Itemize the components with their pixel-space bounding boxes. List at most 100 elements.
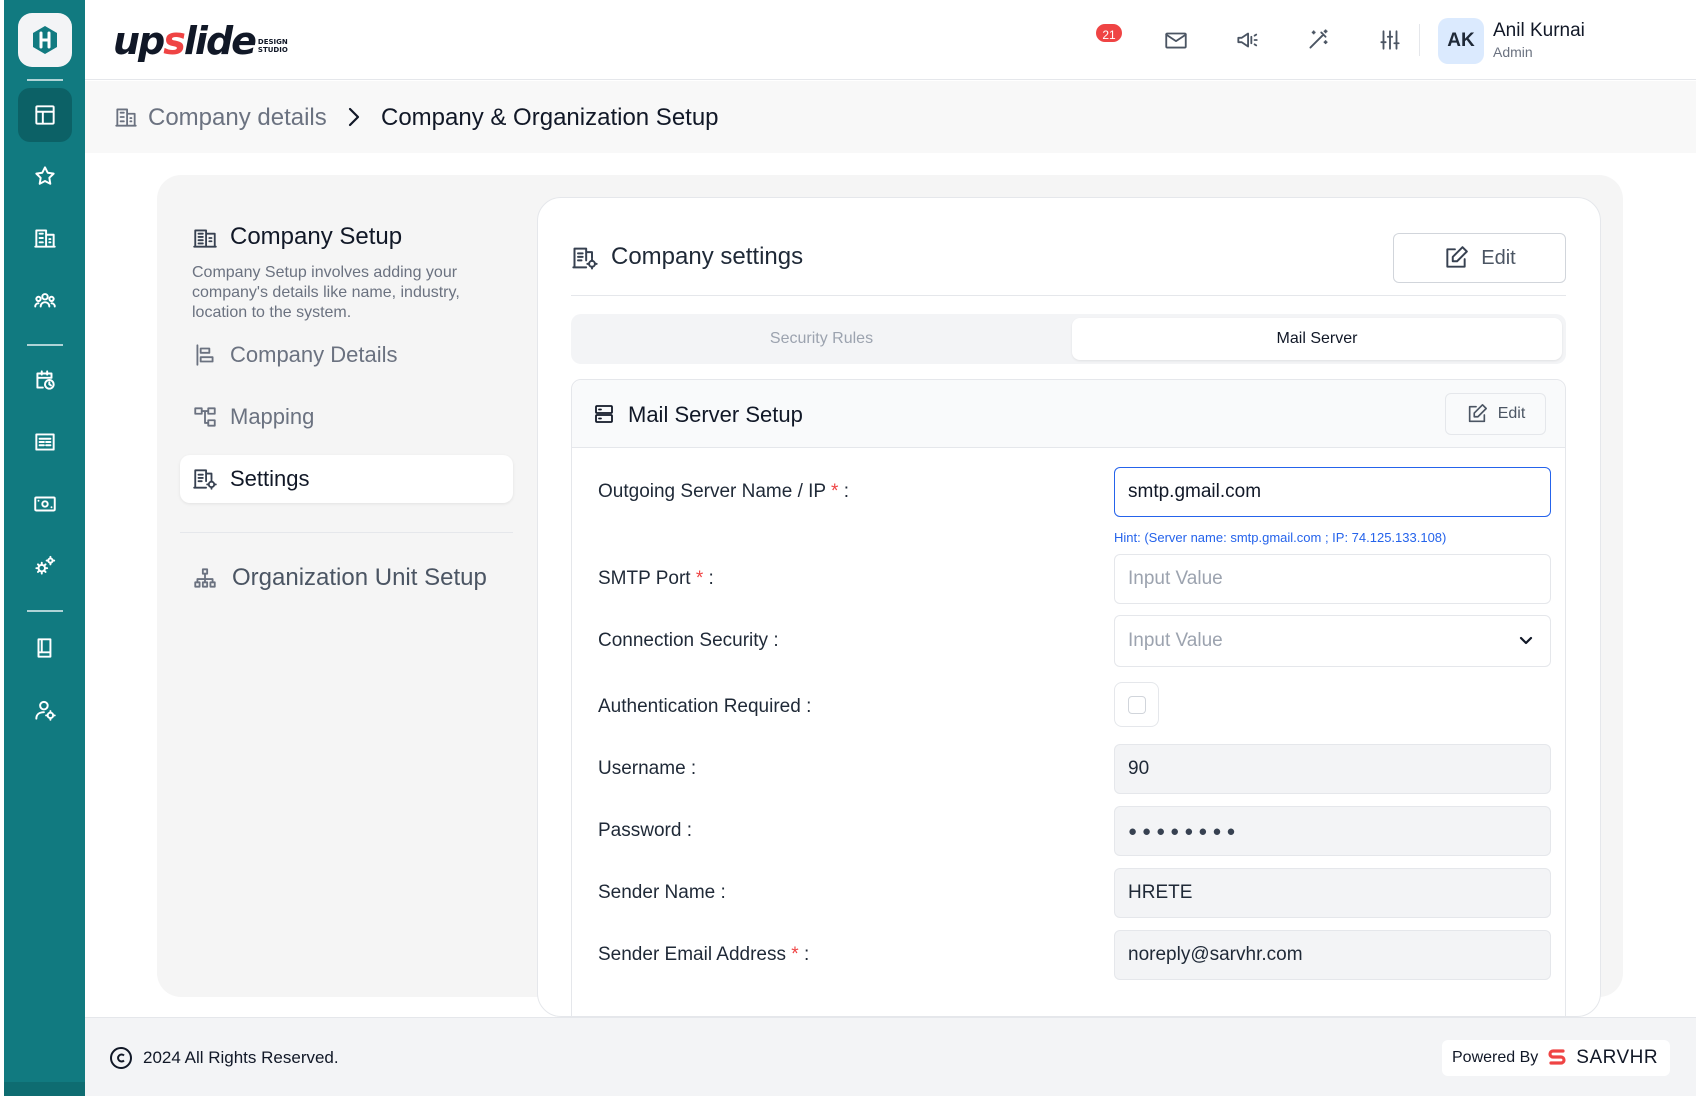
magic-button[interactable] bbox=[1300, 22, 1336, 58]
auth-required-checkbox[interactable] bbox=[1128, 696, 1146, 714]
panel-header: Mail Server Setup Edit bbox=[572, 380, 1565, 448]
section-description: Company Setup involves adding your compa… bbox=[192, 264, 460, 321]
building-icon bbox=[34, 229, 56, 248]
edit-mail-server-button[interactable]: Edit bbox=[1445, 393, 1546, 435]
select-value: Input Value bbox=[1128, 630, 1223, 651]
brand-subtitle: DESIGN STUDIO bbox=[257, 38, 288, 54]
server-input[interactable]: smtp.gmail.com bbox=[1114, 467, 1551, 517]
rail-divider bbox=[27, 610, 63, 612]
building-settings-icon bbox=[192, 466, 218, 492]
powered-by-badge[interactable]: Powered By SARVHR bbox=[1442, 1040, 1670, 1076]
sender-name-input[interactable]: HRETE bbox=[1114, 868, 1551, 918]
sender-email-input[interactable]: noreply@sarvhr.com bbox=[1114, 930, 1551, 980]
rail-divider bbox=[27, 79, 63, 81]
vendor-name: SARVHR bbox=[1576, 1047, 1659, 1068]
field-label-security: Connection Security : bbox=[598, 630, 779, 651]
tab-security-rules[interactable]: Security Rules bbox=[575, 318, 1068, 360]
rail-handbook[interactable] bbox=[18, 621, 72, 675]
star-icon bbox=[35, 166, 55, 185]
notification-count-badge: 21 bbox=[1094, 22, 1124, 44]
nav-mapping[interactable]: Mapping bbox=[180, 393, 513, 441]
rail-people[interactable] bbox=[18, 273, 72, 327]
field-label-username: Username : bbox=[598, 758, 697, 779]
hierarchy-icon bbox=[192, 404, 218, 430]
rail-divider bbox=[27, 344, 63, 346]
building-icon bbox=[113, 104, 139, 130]
nav-label: Settings bbox=[230, 466, 310, 491]
layout-icon bbox=[35, 105, 55, 125]
brand-logo[interactable]: upslide DESIGN STUDIO bbox=[113, 16, 292, 62]
rail-reports[interactable] bbox=[18, 415, 72, 469]
copyright-icon bbox=[109, 1046, 133, 1070]
username-input[interactable]: 90 bbox=[1114, 744, 1551, 794]
smtp-port-input[interactable]: Input Value bbox=[1114, 554, 1551, 604]
app-logo-icon bbox=[33, 26, 57, 54]
edit-settings-button[interactable]: Edit bbox=[1393, 233, 1566, 283]
server-hint: Hint: (Server name: smtp.gmail.com ; IP:… bbox=[1114, 530, 1447, 545]
nav-divider bbox=[180, 532, 513, 533]
auth-checkbox-wrapper bbox=[1114, 682, 1159, 727]
building-settings-icon bbox=[571, 244, 599, 272]
field-label-sender-name: Sender Name : bbox=[598, 882, 726, 903]
card-title: Company settings bbox=[611, 243, 804, 270]
field-label-server: Outgoing Server Name / IP * : bbox=[598, 481, 850, 502]
brand-wordmark: upslide bbox=[113, 19, 257, 63]
copyright-text: 2024 All Rights Reserved. bbox=[143, 1048, 339, 1067]
field-label-port: SMTP Port * : bbox=[598, 568, 714, 589]
required-marker: * bbox=[791, 944, 799, 965]
calendar-clock-icon bbox=[36, 370, 55, 390]
app-logo[interactable] bbox=[18, 13, 72, 67]
field-label-sender-email: Sender Email Address * : bbox=[598, 944, 810, 965]
nav-label: Organization Unit Setup bbox=[232, 564, 487, 591]
chevron-right-icon bbox=[342, 104, 366, 130]
chevron-down-icon bbox=[1516, 630, 1536, 650]
align-left-icon bbox=[192, 342, 218, 368]
rail-payroll[interactable] bbox=[18, 477, 72, 531]
building-list-icon bbox=[192, 225, 218, 251]
page-footer: 2024 All Rights Reserved. Powered By SAR… bbox=[85, 1017, 1696, 1096]
rail-admin[interactable] bbox=[18, 683, 72, 737]
powered-by-label: Powered By bbox=[1452, 1049, 1539, 1066]
settings-tabs: Security Rules Mail Server bbox=[571, 314, 1566, 364]
tab-mail-server[interactable]: Mail Server bbox=[1072, 318, 1562, 360]
announcements-button[interactable] bbox=[1229, 22, 1265, 58]
edit-icon bbox=[1468, 404, 1487, 423]
company-settings-card: Company settings Edit Security Rules Mai… bbox=[537, 197, 1601, 1017]
rail-company[interactable] bbox=[18, 211, 72, 265]
user-avatar[interactable]: AK bbox=[1438, 18, 1484, 64]
nav-label: Company Details bbox=[230, 342, 398, 367]
rail-dashboard[interactable] bbox=[18, 88, 72, 142]
rail-favorites[interactable] bbox=[18, 149, 72, 203]
user-name[interactable]: Anil Kurnai bbox=[1493, 20, 1585, 42]
breadcrumb-current: Company & Organization Setup bbox=[381, 104, 719, 131]
preferences-button[interactable] bbox=[1372, 22, 1408, 58]
gears-icon bbox=[35, 555, 56, 575]
nav-organization-unit-setup[interactable]: Organization Unit Setup bbox=[180, 556, 513, 600]
magic-wand-icon bbox=[1309, 29, 1328, 49]
left-rail bbox=[4, 0, 85, 1096]
mail-button[interactable] bbox=[1158, 22, 1194, 58]
connection-security-select[interactable]: Input Value bbox=[1114, 615, 1551, 667]
team-icon bbox=[34, 293, 56, 308]
card-divider bbox=[571, 295, 1566, 296]
nav-company-details[interactable]: Company Details bbox=[180, 331, 513, 379]
megaphone-icon bbox=[1237, 32, 1258, 48]
document-list-icon bbox=[35, 433, 55, 451]
rail-calendar[interactable] bbox=[18, 353, 72, 407]
breadcrumb-parent[interactable]: Company details bbox=[148, 104, 327, 132]
rail-settings[interactable] bbox=[18, 539, 72, 593]
rail-footer bbox=[4, 1082, 85, 1096]
field-label-password: Password : bbox=[598, 820, 692, 841]
nav-label: Mapping bbox=[230, 404, 315, 429]
app-root: upslide DESIGN STUDIO 21 AK Anil Kurnai … bbox=[0, 0, 1696, 1096]
edit-label: Edit bbox=[1497, 405, 1526, 422]
sarvhr-logo-icon bbox=[1548, 1049, 1566, 1065]
panel-title: Mail Server Setup bbox=[628, 402, 803, 427]
edit-icon bbox=[1446, 246, 1469, 268]
server-icon bbox=[592, 402, 616, 426]
user-settings-icon bbox=[35, 700, 56, 721]
book-icon bbox=[37, 638, 52, 658]
money-icon bbox=[34, 496, 56, 512]
password-input[interactable]: ●●●●●●●● bbox=[1114, 806, 1551, 856]
nav-settings[interactable]: Settings bbox=[180, 455, 513, 503]
